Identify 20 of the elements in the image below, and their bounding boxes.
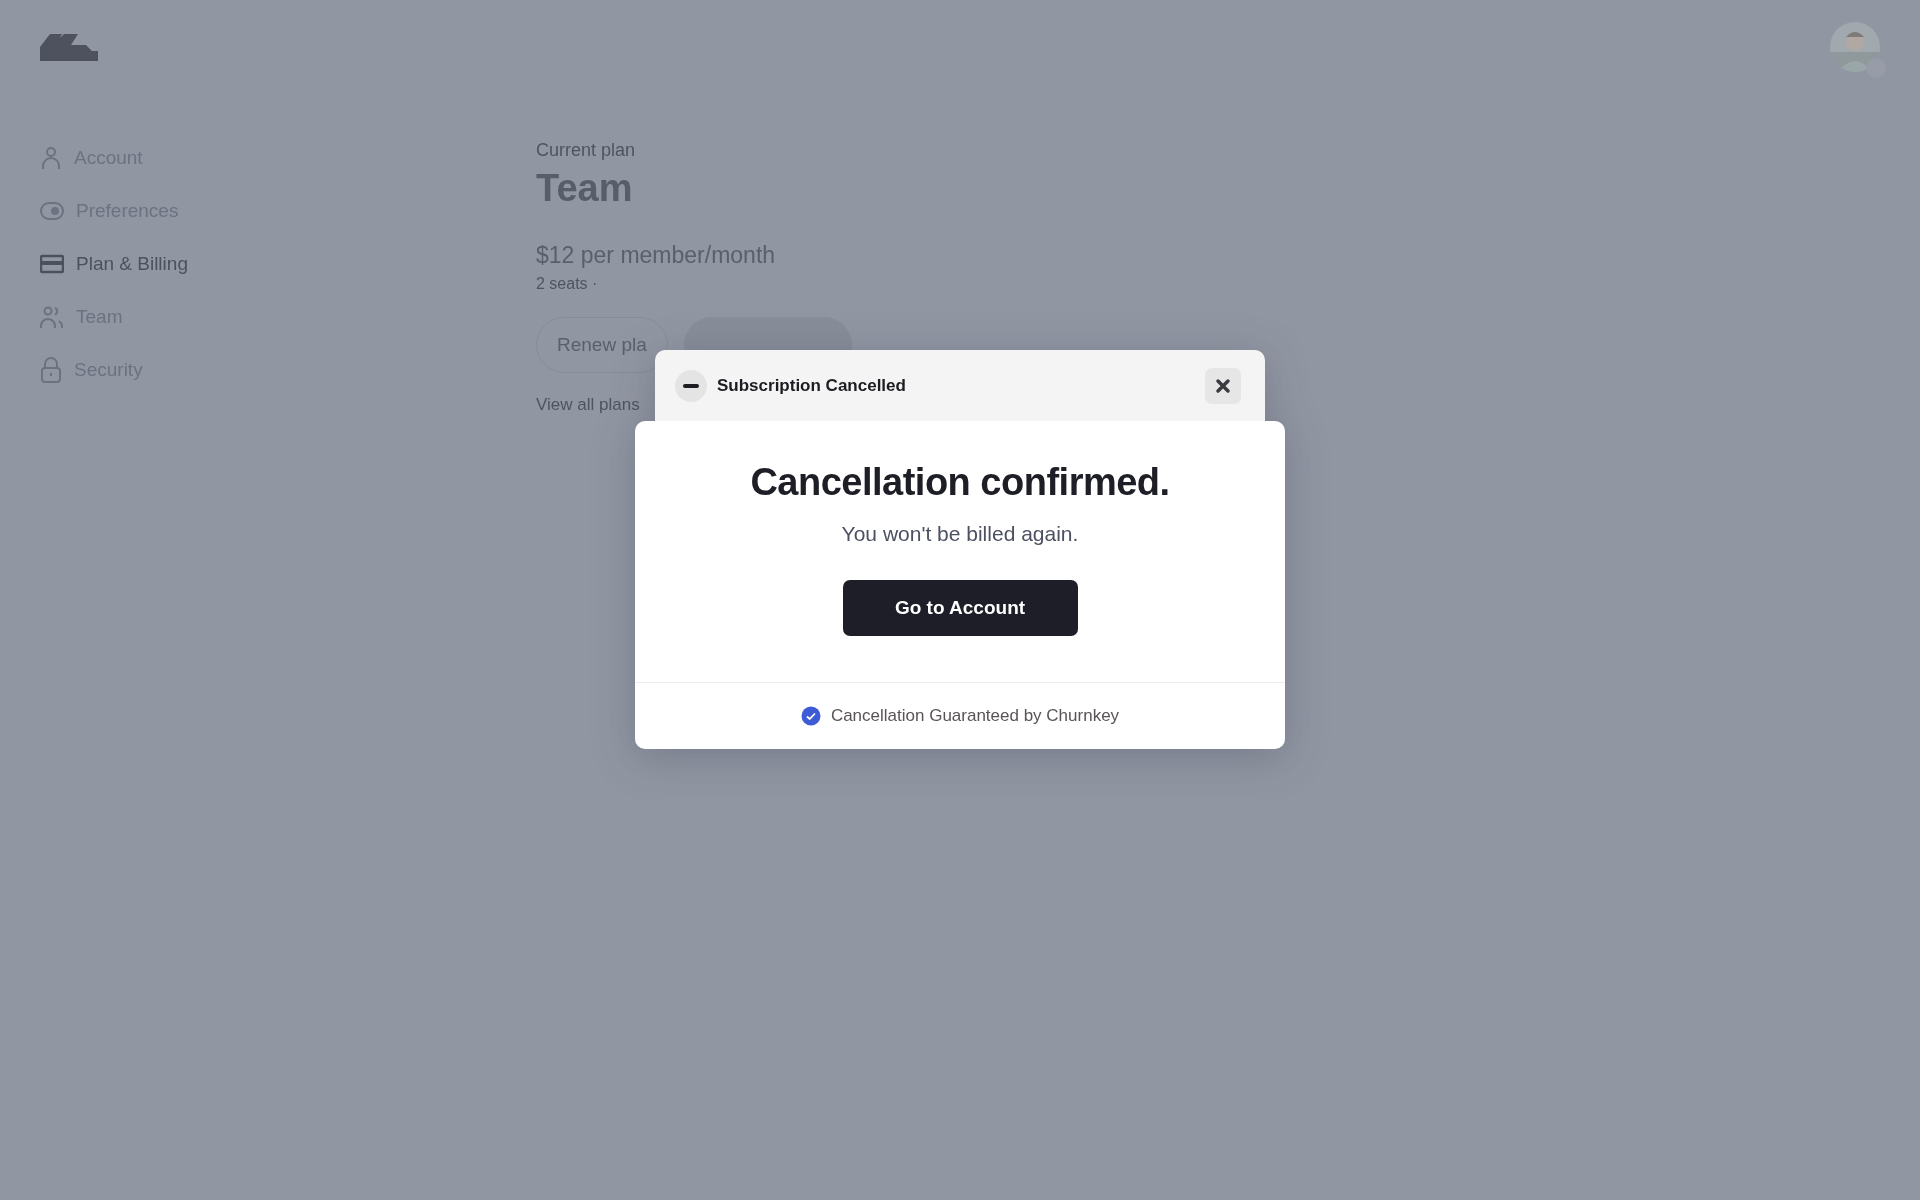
close-button[interactable] [1205,367,1241,404]
section-label: Current plan [536,140,637,161]
user-icon [40,146,62,170]
logo [40,33,98,61]
seats-count: 2 seats · [536,275,599,293]
credit-card-icon [40,254,64,274]
footer-note: Cancellation Guaranteed by Churnkey [830,706,1120,726]
dialog-title: Subscription Cancelled [717,375,907,396]
plan-name: Team [536,167,634,210]
minus-icon [675,369,707,402]
users-icon [40,305,64,329]
view-plans-link[interactable]: View all plans [536,395,640,415]
go-to-account-button[interactable]: Go to Account [842,580,1078,636]
toggle-icon [40,201,64,221]
sidebar-item[interactable]: Plan & Billing [40,248,536,280]
dialog-message: You won't be billed again. [841,522,1079,546]
verified-badge-icon [800,706,821,726]
dialog-heading: Cancellation confirmed. [750,461,1170,504]
lock-icon [40,357,62,383]
close-icon [1215,377,1231,394]
